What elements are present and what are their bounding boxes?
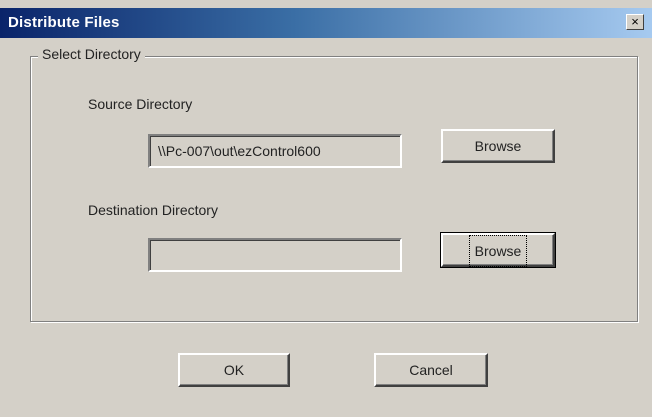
cancel-button[interactable]: Cancel xyxy=(374,353,488,387)
group-title: Select Directory xyxy=(38,46,145,62)
close-icon[interactable]: × xyxy=(626,14,644,30)
ok-label: OK xyxy=(223,362,245,378)
title-bar: Distribute Files × xyxy=(0,8,652,38)
destination-browse-button[interactable]: Browse xyxy=(440,232,556,268)
ok-button[interactable]: OK xyxy=(178,353,290,387)
source-browse-button[interactable]: Browse xyxy=(441,129,555,163)
source-directory-label: Source Directory xyxy=(88,96,193,112)
window-title: Distribute Files xyxy=(8,14,120,31)
source-browse-label: Browse xyxy=(474,138,522,154)
cancel-label: Cancel xyxy=(409,362,453,378)
destination-browse-label: Browse xyxy=(468,235,528,267)
destination-directory-field[interactable] xyxy=(148,238,402,272)
distribute-files-dialog: Distribute Files × Select Directory Sour… xyxy=(0,0,652,417)
source-directory-field[interactable]: \\Pc-007\out\ezControl600 xyxy=(148,134,402,168)
destination-directory-label: Destination Directory xyxy=(88,202,218,218)
